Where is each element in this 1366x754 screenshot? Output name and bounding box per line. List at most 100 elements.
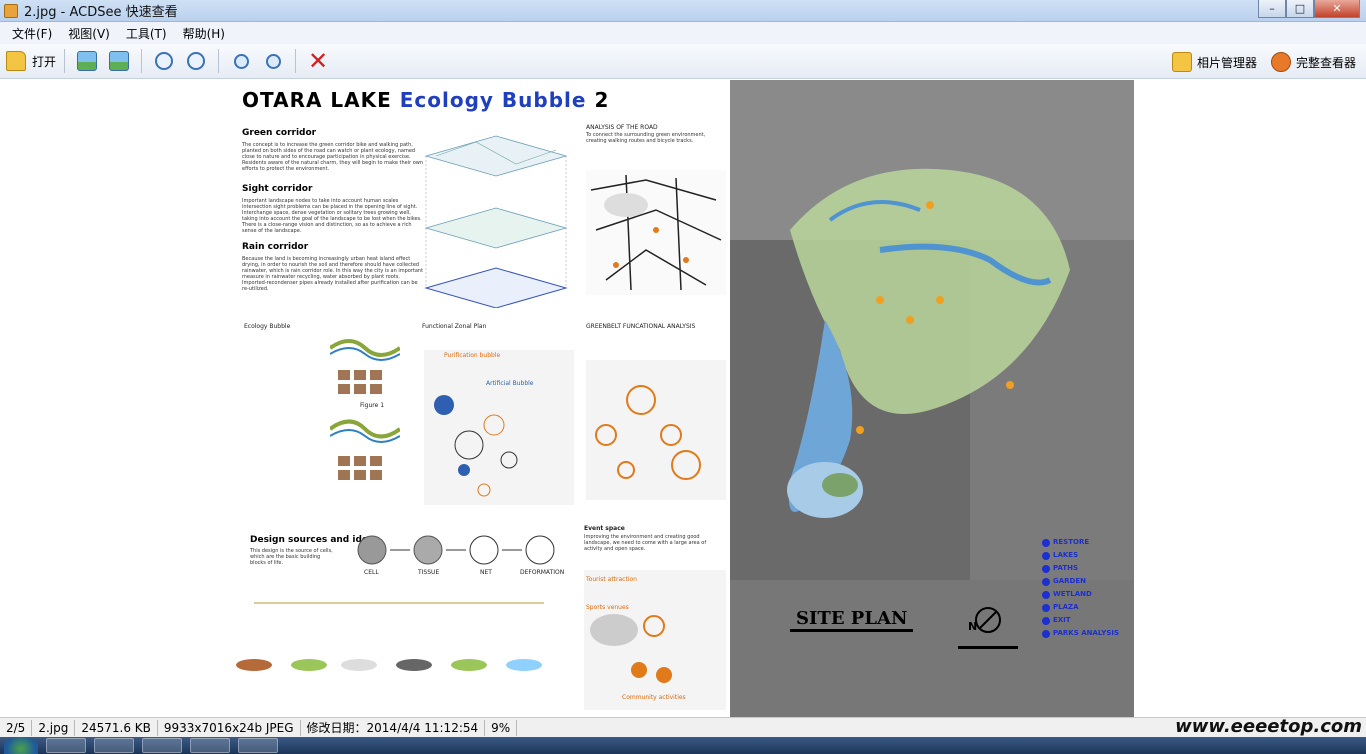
toolbar: 打开 ✕ 相片管理器 完整查看器 [0,44,1366,79]
label-deformation: DEFORMATION [520,569,565,576]
status-filename: 2.jpg [32,719,76,736]
windows-taskbar [0,737,1366,754]
site-plan-legend: RESTORE LAKES PATHS GARDEN WETLAND PLAZA… [1042,536,1119,640]
taskbar-app[interactable] [142,738,182,753]
site-plan-panel: SITE PLAN N RESTORE LAKES PATHS GARDEN W… [730,80,1134,717]
status-modified-date: 修改日期：2014/4/4 11:12:54 [301,719,486,736]
design-evolution-diagram [236,602,544,671]
legend-marker-icon [1042,603,1050,612]
poster-title-number: 2 [586,88,610,112]
legend-item: LAKES [1042,549,1119,562]
legend-item: PATHS [1042,562,1119,575]
heading-green-corridor: Green corridor [242,128,317,138]
toolbar-separator [218,49,220,73]
title-bar: 2.jpg - ACDSee 快速查看 – □ ✕ [0,0,1366,22]
legend-item: WETLAND [1042,588,1119,601]
greenbelt-analysis-map [586,360,726,500]
rotate-left-icon [155,52,174,70]
menu-file[interactable]: 文件(F) [4,25,60,42]
image-viewport[interactable]: OTARA LAKE Ecology Bubble 2 Green corrid… [0,80,1366,717]
taskbar-app-acdsee[interactable] [238,738,278,753]
status-bar: 2/5 2.jpg 24571.6 KB 9933x7016x24b JPEG … [0,716,1366,737]
zoom-in-button[interactable] [227,47,255,75]
toolbar-right: 相片管理器 完整查看器 [1170,48,1358,76]
label-cell: CELL [364,569,379,576]
legend-marker-icon [1042,538,1050,547]
legend-marker-icon [1042,551,1050,560]
label-sports-venues: Sports venues [586,604,629,611]
toolbar-separator [141,49,143,73]
zoom-out-icon [265,53,281,69]
taskbar-app[interactable] [94,738,134,753]
label-purification-bubble: Purification bubble [444,352,501,359]
label-tourist-attraction: Tourist attraction [586,576,637,583]
text-analysis-road: To connect the surrounding green environ… [586,132,706,144]
status-dimensions: 9933x7016x24b JPEG [158,719,301,736]
poster-left-panel: OTARA LAKE Ecology Bubble 2 Green corrid… [230,80,730,717]
open-label: 打开 [32,54,57,69]
corridor-layers-diagram [424,135,568,308]
ecology-bubble-figures [330,339,400,480]
previous-image-icon [77,51,98,71]
status-zoom: 9% [485,719,518,736]
zoom-out-button[interactable] [259,47,287,75]
start-button[interactable] [4,737,38,754]
legend-item-label: LAKES [1053,551,1079,559]
full-viewer-icon [1270,52,1291,72]
legend-item-label: WETLAND [1053,590,1092,598]
legend-marker-icon [1042,590,1050,599]
photo-manager-label: 相片管理器 [1196,55,1257,70]
legend-item-label: EXIT [1053,616,1071,624]
label-artificial-bubble: Artificial Bubble [486,380,534,387]
event-space-map [584,570,726,710]
poster-title: OTARA LAKE Ecology Bubble 2 [242,88,609,112]
heading-greenbelt-analysis: GREENBELT FUNCATIONAL ANALYSIS [586,323,696,330]
full-viewer-button[interactable]: 完整查看器 [1270,48,1356,76]
design-sequence-diagram [357,535,555,565]
text-rain-corridor: Because the land is becoming increasingl… [242,256,424,292]
legend-item-label: RESTORE [1053,538,1090,546]
next-image-icon [109,51,130,71]
previous-image-button[interactable] [73,47,101,75]
maximize-button[interactable]: □ [1286,0,1314,18]
heading-analysis-road: ANALYSIS OF THE ROAD [586,124,658,131]
rotate-left-button[interactable] [150,47,178,75]
menu-view[interactable]: 视图(V) [60,25,118,42]
rotate-right-button[interactable] [182,47,210,75]
toolbar-separator [295,49,297,73]
road-analysis-map [586,170,726,295]
status-filesize: 24571.6 KB [75,719,158,736]
menu-help[interactable]: 帮助(H) [175,25,233,42]
legend-marker-icon [1042,616,1050,625]
taskbar-app-explorer[interactable] [190,738,230,753]
open-folder-icon [6,51,26,71]
delete-button[interactable]: ✕ [304,47,332,75]
poster-title-accent: Ecology Bubble [399,88,587,112]
photo-manager-icon [1171,52,1192,72]
acdsee-app-icon [4,3,18,18]
legend-marker-icon [1042,564,1050,573]
photo-manager-button[interactable]: 相片管理器 [1171,48,1257,76]
north-arrow-label: N [968,620,978,633]
menu-tools[interactable]: 工具(T) [118,25,175,42]
heading-ecology-bubble: Ecology Bubble [244,323,291,330]
delete-icon: ✕ [307,47,329,75]
text-event-space: Improving the environment and creating g… [584,534,707,552]
label-tissue: TISSUE [418,569,440,576]
toolbar-separator [64,49,66,73]
text-design-sources: This design is the source of cells, whic… [250,548,333,566]
legend-marker-icon [1042,629,1050,638]
legend-item-label: PARKS ANALYSIS [1053,629,1120,637]
taskbar-app-chrome[interactable] [46,738,86,753]
label-net: NET [480,569,492,576]
minimize-button[interactable]: – [1258,0,1286,18]
heading-rain-corridor: Rain corridor [242,242,309,252]
functional-zonal-map [424,350,574,505]
next-image-button[interactable] [105,47,133,75]
window-controls: – □ ✕ [1258,0,1360,18]
text-green-corridor: The concept is to increase the green cor… [242,142,424,172]
open-button[interactable]: 打开 [6,47,56,75]
close-button[interactable]: ✕ [1314,0,1360,18]
legend-item: GARDEN [1042,575,1119,588]
heading-functional-zonal: Functional Zonal Plan [422,323,487,330]
